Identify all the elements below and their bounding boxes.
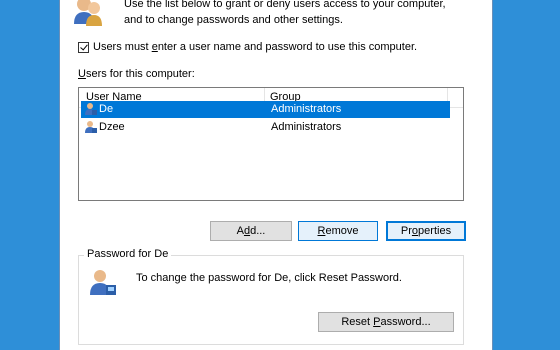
users-icon	[74, 0, 102, 26]
user-accounts-dialog: Use the list below to grant or deny user…	[60, 0, 492, 350]
intro-text: Use the list below to grant or deny user…	[124, 0, 446, 28]
require-login-label: Users must enter a user name and passwor…	[93, 41, 418, 53]
intro-line-1: Use the list below to grant or deny user…	[124, 0, 446, 10]
user-name: Dzee	[99, 121, 125, 133]
user-group: Administrators	[271, 103, 342, 115]
password-group-title: Password for De	[84, 248, 172, 260]
user-group: Administrators	[271, 121, 342, 133]
intro-line-2: and to change passwords and other settin…	[124, 14, 343, 26]
add-button[interactable]: Add...	[210, 221, 292, 241]
users-listview[interactable]: User Name Group De Administrators Dzee A…	[78, 87, 464, 201]
password-instructions: To change the password for De, click Res…	[136, 272, 402, 284]
user-row-dzee[interactable]: Dzee Administrators	[81, 119, 450, 136]
user-password-icon	[90, 270, 116, 295]
require-login-checkbox[interactable]: Users must enter a user name and passwor…	[78, 41, 417, 53]
user-icon	[85, 103, 97, 115]
user-name: De	[99, 103, 114, 115]
reset-password-button[interactable]: Reset Password...	[318, 312, 454, 332]
user-row-de[interactable]: De Administrators	[81, 101, 450, 118]
users-list-label: Users for this computer:	[78, 68, 195, 80]
user-icon	[85, 121, 97, 133]
properties-button[interactable]: Properties	[386, 221, 466, 241]
checkbox-checked-icon[interactable]	[78, 41, 89, 53]
remove-button[interactable]: Remove	[298, 221, 378, 241]
